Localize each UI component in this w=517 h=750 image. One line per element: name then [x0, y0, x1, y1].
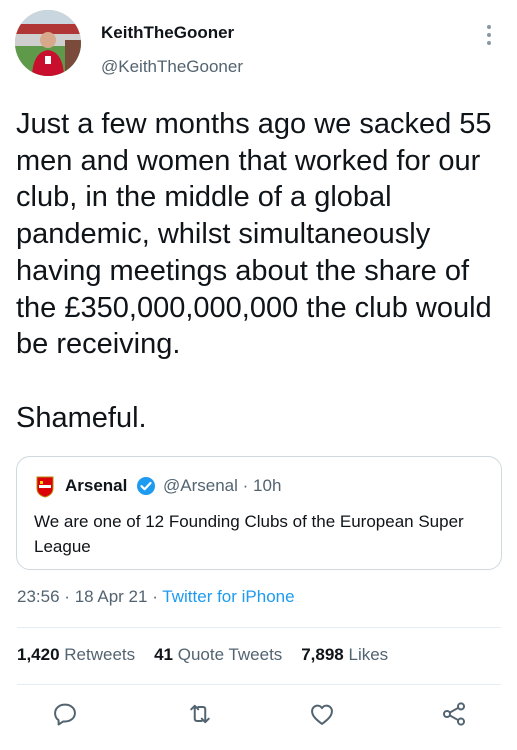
more-vertical-icon[interactable] [482, 24, 496, 46]
meta-separator: · [64, 587, 70, 606]
retweet-icon[interactable] [186, 700, 214, 728]
meta-separator-2: · [152, 587, 158, 606]
quoted-tweet[interactable]: Arsenal @Arsenal · 10h We are one of 12 … [16, 456, 502, 570]
action-bar [0, 700, 517, 734]
likes-label: Likes [348, 645, 389, 664]
verified-badge-icon [136, 476, 156, 496]
retweets-count: 1,420 [17, 645, 60, 664]
quoted-text: We are one of 12 Founding Clubs of the E… [34, 512, 464, 556]
likes-count: 7,898 [301, 645, 344, 664]
tweet-source-link[interactable]: Twitter for iPhone [162, 587, 294, 606]
quotes-label: Quote Tweets [177, 645, 283, 664]
avatar[interactable] [15, 10, 81, 76]
tweet-text: Just a few months ago we sacked 55 men a… [16, 108, 492, 434]
quotes-stat[interactable]: 41 Quote Tweets [154, 645, 282, 664]
likes-stat[interactable]: 7,898 Likes [301, 645, 388, 664]
reply-icon[interactable] [51, 700, 79, 728]
quotes-count: 41 [154, 645, 173, 664]
like-icon[interactable] [308, 700, 336, 728]
tweet-date: 18 Apr 21 [74, 587, 148, 606]
engagement-stats: 1,420 Retweets 41 Quote Tweets 7,898 Lik… [17, 645, 388, 665]
retweets-stat[interactable]: 1,420 Retweets [17, 645, 135, 664]
arsenal-crest-icon [35, 476, 55, 498]
tweet-time: 23:56 [17, 587, 60, 606]
share-icon[interactable] [440, 700, 468, 728]
quoted-meta: @Arsenal · 10h [163, 476, 281, 496]
divider-2 [17, 684, 501, 685]
tweet-header: KeithTheGooner @KeithTheGooner [0, 0, 517, 90]
user-handle[interactable]: @KeithTheGooner [101, 57, 243, 77]
tweet-meta: 23:56 · 18 Apr 21 · Twitter for iPhone [17, 587, 295, 607]
quoted-author-name[interactable]: Arsenal [65, 476, 127, 496]
quoted-handle[interactable]: @Arsenal [163, 476, 238, 495]
quoted-age[interactable]: 10h [253, 476, 281, 495]
display-name[interactable]: KeithTheGooner [101, 23, 234, 43]
divider [17, 627, 501, 628]
quoted-separator: · [242, 476, 249, 495]
retweets-label: Retweets [64, 645, 136, 664]
